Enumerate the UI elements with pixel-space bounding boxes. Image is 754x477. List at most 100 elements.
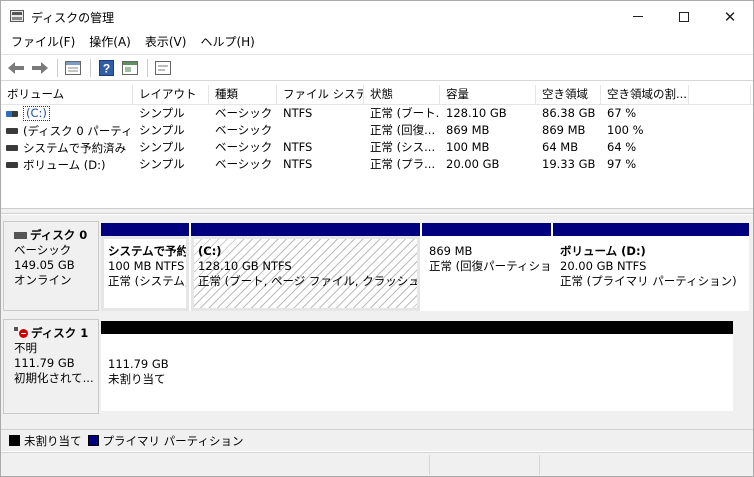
column-header-capacity[interactable]: 容量 <box>440 85 536 105</box>
disk-small-icon <box>14 326 18 331</box>
table-row[interactable]: (C:) シンプル ベーシック NTFS 正常 (ブート... 128.10 G… <box>1 105 753 122</box>
partition-c-drive[interactable]: (C:) 128.10 GB NTFS 正常 (ブート, ページ ファイル, ク… <box>191 223 420 311</box>
forward-arrow-icon <box>32 61 48 74</box>
legend-label: 未割り当て <box>24 433 82 448</box>
partition-name: (C:) <box>198 244 222 258</box>
partition-body: システムで予約 100 MB NTFS 正常 (システム, <box>101 236 189 311</box>
help-button[interactable]: ? <box>95 57 117 79</box>
volume-list[interactable]: ボリューム レイアウト 種類 ファイル システム 状態 容量 空き領域 空き領域… <box>1 85 753 209</box>
partition-status: 正常 (ブート, ページ ファイル, クラッシュ ダンプ, プ <box>198 274 420 288</box>
disk-0-title: ディスク 0 <box>14 228 98 243</box>
menu-view[interactable]: 表示(V) <box>138 32 194 53</box>
status-cell: 正常 (ブート... <box>370 106 440 120</box>
status-cell: 正常 (回復... <box>370 123 436 137</box>
filesystem-cell: NTFS <box>283 140 313 154</box>
disk-0-state: オンライン <box>14 273 72 287</box>
column-header-status[interactable]: 状態 <box>364 85 440 105</box>
column-header-free-space[interactable]: 空き領域 <box>536 85 601 105</box>
partition-body: 111.79 GB 未割り当て <box>101 334 733 411</box>
partition-system-reserved[interactable]: システムで予約 100 MB NTFS 正常 (システム, <box>101 223 189 311</box>
volume-name: (C:) <box>23 106 50 121</box>
settings-button[interactable] <box>152 57 174 79</box>
minimize-button[interactable] <box>615 1 661 32</box>
disk-1-name: ディスク 1 <box>31 326 89 340</box>
layout-cell: シンプル <box>139 140 185 154</box>
disk-1-label[interactable]: − ディスク 1 不明 111.79 GB 初期化されて... <box>3 319 99 414</box>
partition-size: 128.10 GB NTFS <box>198 259 292 273</box>
layout-cell: シンプル <box>139 157 185 171</box>
menu-file[interactable]: ファイル(F) <box>4 32 82 53</box>
table-row[interactable]: ボリューム (D:) シンプル ベーシック NTFS 正常 (プラ... 20.… <box>1 156 753 173</box>
partition-body: 869 MB 正常 (回復パーティション <box>422 236 551 311</box>
legend-swatch <box>87 435 99 446</box>
partition-status: 正常 (プライマリ パーティション) <box>560 274 737 288</box>
unallocated-space[interactable]: 111.79 GB 未割り当て <box>101 321 733 411</box>
legend: 未割り当て プライマリ パーティション <box>1 429 753 451</box>
partition-body: ボリューム (D:) 20.00 GB NTFS 正常 (プライマリ パーティシ… <box>553 236 749 311</box>
volume-icon <box>6 127 18 134</box>
partition-body-selected: (C:) 128.10 GB NTFS 正常 (ブート, ページ ファイル, ク… <box>191 236 420 311</box>
column-header-filesystem[interactable]: ファイル システム <box>277 85 364 105</box>
disk-0-partitions: システムで予約 100 MB NTFS 正常 (システム, (C:) 128.1… <box>101 223 749 311</box>
system-volume-icon <box>6 110 18 117</box>
volume-name: ボリューム (D:) <box>23 157 106 172</box>
close-button[interactable]: ✕ <box>707 1 753 32</box>
error-badge-icon: − <box>19 329 28 338</box>
capacity-cell: 869 MB <box>446 123 490 137</box>
free-percent-cell: 64 % <box>607 140 637 154</box>
free-space-cell: 64 MB <box>542 140 579 154</box>
maximize-icon <box>679 11 689 22</box>
filesystem-cell: NTFS <box>283 157 313 171</box>
menu-help[interactable]: ヘルプ(H) <box>193 32 261 53</box>
legend-unallocated: 未割り当て <box>9 433 82 449</box>
column-header-layout[interactable]: レイアウト <box>133 85 209 105</box>
column-header-free-percent[interactable]: 空き領域の割... <box>601 85 689 105</box>
partition-color-bar <box>553 223 749 236</box>
free-percent-cell: 100 % <box>607 123 644 137</box>
column-header-volume[interactable]: ボリューム <box>1 85 133 105</box>
toolbar-separator <box>57 58 58 77</box>
menu-action[interactable]: 操作(A) <box>82 32 138 53</box>
toolbar-separator <box>90 58 91 77</box>
disk-0-label[interactable]: ディスク 0 ベーシック 149.05 GB オンライン <box>3 221 99 311</box>
title-bar[interactable]: ディスクの管理 ✕ <box>1 1 753 32</box>
forward-button[interactable] <box>29 57 51 79</box>
back-button[interactable] <box>5 57 27 79</box>
free-space-cell: 86.38 GB <box>542 106 596 120</box>
toolbar-separator <box>147 58 148 77</box>
free-space-cell: 19.33 GB <box>542 157 596 171</box>
partition-recovery[interactable]: 869 MB 正常 (回復パーティション <box>422 223 551 311</box>
volume-name: (ディスク 0 パーティシ... <box>23 123 133 138</box>
disk-icon <box>14 232 27 239</box>
layout-cell: シンプル <box>139 106 185 120</box>
table-row[interactable]: システムで予約済み シンプル ベーシック NTFS 正常 (シス... 100 … <box>1 139 753 156</box>
disk-0-name: ディスク 0 <box>30 228 88 242</box>
partition-d-drive[interactable]: ボリューム (D:) 20.00 GB NTFS 正常 (プライマリ パーティシ… <box>553 223 749 311</box>
volume-icon <box>6 144 18 151</box>
status-pane <box>429 455 539 475</box>
status-cell: 正常 (シス... <box>370 140 436 154</box>
volume-cell: システムで予約済み <box>1 139 133 156</box>
partition-color-bar <box>101 223 189 236</box>
disk-1-partitions: 111.79 GB 未割り当て <box>101 321 733 411</box>
show-hide-button[interactable] <box>119 57 141 79</box>
svg-text:?: ? <box>102 61 109 75</box>
partition-name: ボリューム (D:) <box>560 244 646 258</box>
pane-splitter[interactable] <box>1 209 753 214</box>
properties-button[interactable] <box>62 57 84 79</box>
menu-bar: ファイル(F) 操作(A) 表示(V) ヘルプ(H) <box>1 32 753 53</box>
window-title: ディスクの管理 <box>31 11 115 25</box>
maximize-button[interactable] <box>661 1 707 32</box>
free-space-cell: 869 MB <box>542 123 586 137</box>
table-row[interactable]: (ディスク 0 パーティシ... シンプル ベーシック 正常 (回復... 86… <box>1 122 753 139</box>
column-header-extra[interactable] <box>689 85 751 105</box>
disk-management-window: ディスクの管理 ✕ ファイル(F) 操作(A) 表示(V) ヘルプ(H) ? ボ… <box>0 0 754 477</box>
unallocated-label: 未割り当て <box>108 372 166 386</box>
partition-size: 100 MB NTFS <box>108 259 185 273</box>
minimize-icon <box>633 16 643 17</box>
properties-icon <box>65 60 81 75</box>
disk-graphical-view: ディスク 0 ベーシック 149.05 GB オンライン システムで予約 100… <box>1 215 753 429</box>
capacity-cell: 128.10 GB <box>446 106 507 120</box>
column-header-type[interactable]: 種類 <box>209 85 277 105</box>
type-cell: ベーシック <box>215 106 273 120</box>
